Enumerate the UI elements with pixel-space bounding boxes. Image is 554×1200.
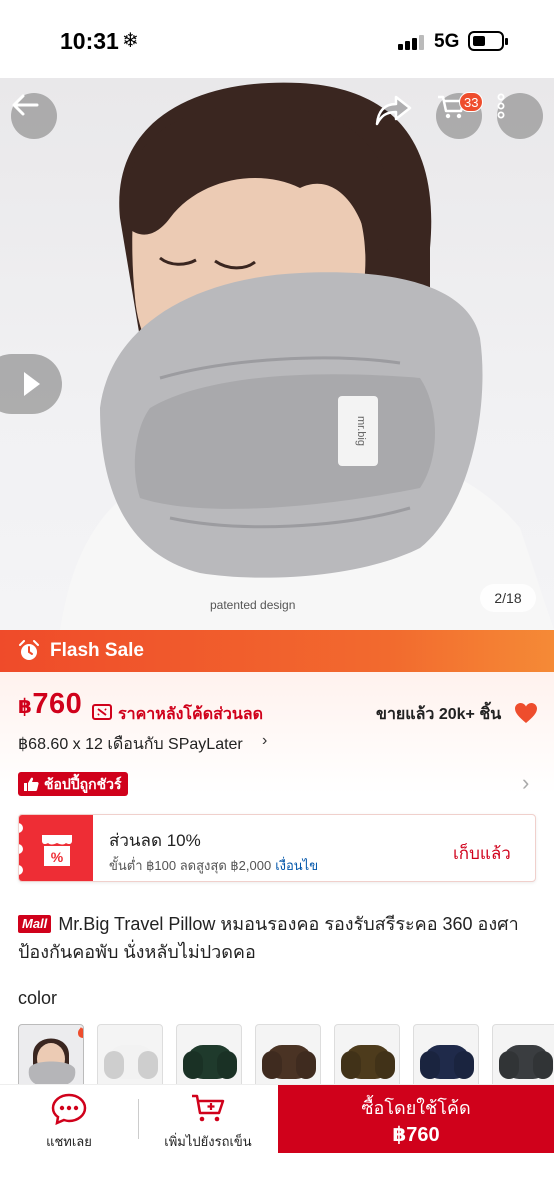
more-vertical-icon xyxy=(497,93,505,119)
color-swatch[interactable] xyxy=(97,1024,163,1086)
color-swatch[interactable] xyxy=(334,1024,400,1086)
price-amount: 760 xyxy=(32,688,83,720)
price: ฿760 xyxy=(18,688,82,721)
buy-label: ซื้อโดยใช้โค้ด xyxy=(361,1098,471,1118)
fire-icon xyxy=(78,1027,83,1038)
share-button[interactable] xyxy=(374,93,420,139)
chevron-right-icon: › xyxy=(262,732,268,749)
add-to-cart-button[interactable]: เพิ่มไปยังรถเข็น xyxy=(138,1085,278,1153)
product-photo: mr.big xyxy=(60,82,554,630)
swatch-color xyxy=(424,1045,470,1079)
color-swatch-row[interactable] xyxy=(18,1024,554,1086)
color-swatch[interactable] xyxy=(255,1024,321,1086)
sold-count: ขายแล้ว 20k+ ชิ้น xyxy=(376,706,502,723)
swatch-color xyxy=(503,1045,549,1079)
swatch-thumbnail xyxy=(28,1038,76,1086)
flash-sale-label: Flash Sale xyxy=(50,640,144,661)
shop-discount-icon: % xyxy=(42,835,72,866)
color-swatch[interactable] xyxy=(413,1024,479,1086)
voucher-card[interactable]: % ส่วนลด 10% ขั้นต่ำ ฿100 ลดสูงสุด ฿2,00… xyxy=(18,814,536,882)
network-type: 5G xyxy=(434,31,460,52)
more-options-button[interactable] xyxy=(497,93,543,139)
play-video-button[interactable] xyxy=(0,354,62,414)
color-swatch[interactable] xyxy=(492,1024,554,1086)
arrow-left-icon xyxy=(12,94,39,116)
snowflake-icon: ❄ xyxy=(122,30,139,52)
battery-icon xyxy=(468,31,508,51)
heart-icon[interactable] xyxy=(514,702,538,724)
alarm-clock-icon xyxy=(19,640,39,660)
guarantee-label: ช้อปปี้ถูกชัวร์ xyxy=(44,776,122,792)
chat-icon xyxy=(51,1093,87,1125)
buy-with-code-button[interactable]: ซื้อโดยใช้โค้ด ฿760 xyxy=(278,1085,554,1153)
coupon-icon xyxy=(92,704,112,720)
swatch-color xyxy=(266,1045,312,1079)
voucher-conditions: ขั้นต่ำ ฿100 ลดสูงสุด ฿2,000 เงื่อนไข xyxy=(109,855,318,876)
product-title-text: Mr.Big Travel Pillow หมอนรองคอ รองรับสรี… xyxy=(18,914,519,962)
chat-label: แชทเลย xyxy=(46,1134,92,1149)
svg-text:%: % xyxy=(51,849,64,865)
cart-count-badge: 33 xyxy=(459,92,484,112)
color-swatch[interactable] xyxy=(176,1024,242,1086)
swatch-color xyxy=(345,1045,391,1079)
back-button[interactable] xyxy=(11,93,57,139)
swatch-color xyxy=(108,1045,154,1079)
thumbs-up-icon xyxy=(24,777,39,791)
color-swatch[interactable] xyxy=(18,1024,84,1086)
buy-price: ฿760 xyxy=(392,1124,440,1146)
signal-icon xyxy=(398,34,426,50)
voucher-title: ส่วนลด 10% xyxy=(109,831,201,850)
svg-text:mr.big: mr.big xyxy=(355,416,367,446)
bottom-action-bar: แชทเลย เพิ่มไปยังรถเข็น ซื้อโดยใช้โค้ด ฿… xyxy=(0,1084,554,1200)
status-bar: 10:31 ❄ 5G xyxy=(0,0,554,78)
voucher-claimed-status[interactable]: เก็บแล้ว xyxy=(453,840,511,867)
status-time: 10:31 xyxy=(60,28,119,54)
voucher-terms-link[interactable]: เงื่อนไข xyxy=(275,858,318,873)
mall-badge: Mall xyxy=(18,915,52,933)
add-cart-icon xyxy=(192,1094,225,1122)
chevron-right-icon[interactable]: › xyxy=(522,770,529,796)
product-image-gallery[interactable]: mr.big 33 patented design 2/18 xyxy=(0,78,554,630)
image-counter: 2/18 xyxy=(480,584,536,612)
add-to-cart-label: เพิ่มไปยังรถเข็น xyxy=(164,1134,252,1149)
image-caption: patented design xyxy=(210,598,296,612)
product-title: Mall Mr.Big Travel Pillow หมอนรองคอ รองร… xyxy=(18,910,538,966)
installment-info[interactable]: ฿68.60 x 12 เดือนกับ SPayLater xyxy=(18,732,243,757)
guarantee-badge[interactable]: ช้อปปี้ถูกชัวร์ xyxy=(18,772,128,796)
chat-button[interactable]: แชทเลย xyxy=(0,1085,138,1153)
voucher-minimum: ขั้นต่ำ ฿100 ลดสูงสุด ฿2,000 xyxy=(109,858,272,873)
swatch-color xyxy=(187,1045,233,1079)
voucher-icon-area: % xyxy=(19,815,93,881)
flash-sale-bar[interactable]: Flash Sale xyxy=(0,630,554,672)
price-after-code-note: ราคาหลังโค้ดส่วนลด xyxy=(118,706,263,723)
share-icon xyxy=(375,95,412,126)
price-currency: ฿ xyxy=(18,696,33,718)
variant-label: color xyxy=(18,988,58,1008)
